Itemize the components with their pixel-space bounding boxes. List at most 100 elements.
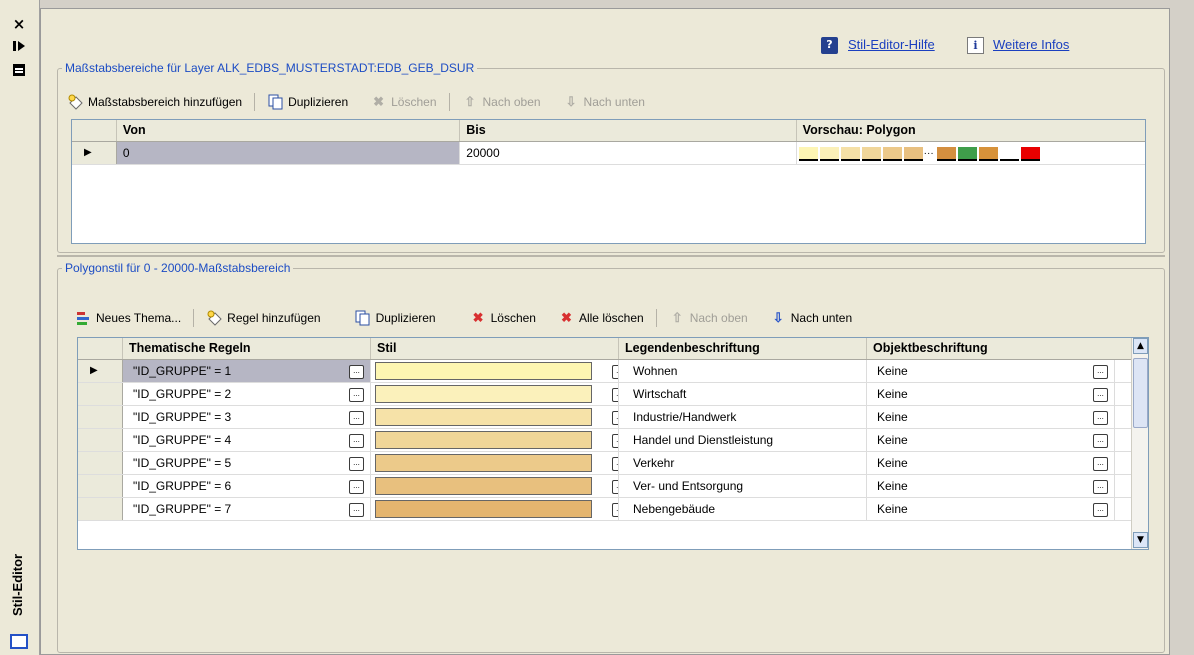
row-selector[interactable]: [78, 452, 123, 474]
add-rule-button[interactable]: Regel hinzufügen: [206, 310, 321, 326]
ellipsis-icon[interactable]: ...: [349, 411, 364, 425]
question-icon[interactable]: ?: [821, 37, 838, 54]
legend-cell[interactable]: Wirtschaft: [619, 383, 867, 405]
row-selector[interactable]: [78, 406, 123, 428]
legend-cell[interactable]: Industrie/Handwerk: [619, 406, 867, 428]
delete-rule-button[interactable]: ✖ Löschen: [470, 310, 536, 326]
legend-cell[interactable]: Verkehr: [619, 452, 867, 474]
ellipsis-icon[interactable]: ...: [349, 434, 364, 448]
table-row[interactable]: ▶"ID_GRUPPE" = 1......WohnenKeine...: [78, 360, 1148, 383]
column-header-bis[interactable]: Bis: [460, 120, 797, 141]
ellipsis-icon[interactable]: ...: [1093, 503, 1108, 517]
properties-icon[interactable]: [9, 62, 29, 82]
column-header-rules[interactable]: Thematische Regeln: [123, 338, 371, 359]
rule-cell[interactable]: "ID_GRUPPE" = 3...: [123, 406, 371, 428]
ellipsis-icon[interactable]: ...: [1093, 457, 1108, 471]
add-rule-icon: [67, 94, 84, 110]
vertical-scrollbar[interactable]: ▲ ▼: [1131, 338, 1148, 549]
ellipsis-icon[interactable]: ...: [349, 365, 364, 379]
rule-cell[interactable]: "ID_GRUPPE" = 4...: [123, 429, 371, 451]
ellipsis-icon[interactable]: ...: [1093, 480, 1108, 494]
von-cell[interactable]: 0: [116, 142, 461, 164]
table-row[interactable]: ▶ 0 20000 ···: [72, 142, 1145, 165]
style-cell[interactable]: ...: [371, 406, 619, 428]
rule-cell[interactable]: "ID_GRUPPE" = 6...: [123, 475, 371, 497]
ellipsis-icon[interactable]: ...: [1093, 411, 1108, 425]
ellipsis-icon[interactable]: ...: [612, 411, 618, 425]
scroll-down-icon[interactable]: ▼: [1133, 532, 1148, 548]
ellipsis-icon[interactable]: ...: [349, 457, 364, 471]
label-cell[interactable]: Keine...: [867, 383, 1115, 405]
style-cell[interactable]: ...: [371, 429, 619, 451]
move-down-rule-button[interactable]: ⇩ Nach unten: [770, 310, 852, 326]
bis-cell[interactable]: 20000: [460, 142, 797, 164]
label-cell[interactable]: Keine...: [867, 475, 1115, 497]
style-cell[interactable]: ...: [371, 383, 619, 405]
ellipsis-icon[interactable]: ...: [1093, 388, 1108, 402]
row-selector[interactable]: [78, 498, 123, 520]
label-cell[interactable]: Keine...: [867, 452, 1115, 474]
style-cell[interactable]: ...: [371, 498, 619, 520]
column-header-preview[interactable]: Vorschau: Polygon: [797, 120, 1145, 141]
label-cell[interactable]: Keine...: [867, 498, 1115, 520]
ellipsis-icon[interactable]: ...: [612, 365, 618, 379]
legend-cell[interactable]: Nebengebäude: [619, 498, 867, 520]
ellipsis-icon[interactable]: ...: [612, 388, 618, 402]
table-row[interactable]: "ID_GRUPPE" = 6......Ver- und Entsorgung…: [78, 475, 1148, 498]
ellipsis-icon[interactable]: ...: [612, 457, 618, 471]
ellipsis-icon[interactable]: ...: [349, 388, 364, 402]
move-up-scale-button[interactable]: ⇧ Nach oben: [462, 94, 541, 110]
column-header-legend[interactable]: Legendenbeschriftung: [619, 338, 867, 359]
scroll-up-icon[interactable]: ▲: [1133, 338, 1148, 354]
column-header-label[interactable]: Objektbeschriftung: [867, 338, 1132, 359]
scroll-thumb[interactable]: [1133, 358, 1148, 428]
duplicate-scale-button[interactable]: Duplizieren: [267, 94, 348, 110]
rule-cell[interactable]: "ID_GRUPPE" = 5...: [123, 452, 371, 474]
ellipsis-icon[interactable]: ...: [612, 434, 618, 448]
ellipsis-icon[interactable]: ...: [612, 503, 618, 517]
ellipsis-icon[interactable]: ...: [612, 480, 618, 494]
rule-cell[interactable]: "ID_GRUPPE" = 7...: [123, 498, 371, 520]
style-cell[interactable]: ...: [371, 360, 619, 382]
duplicate-rule-button[interactable]: Duplizieren: [355, 310, 436, 326]
table-row[interactable]: "ID_GRUPPE" = 5......VerkehrKeine...: [78, 452, 1148, 475]
rule-cell[interactable]: "ID_GRUPPE" = 2...: [123, 383, 371, 405]
table-row[interactable]: "ID_GRUPPE" = 2......WirtschaftKeine...: [78, 383, 1148, 406]
label-cell[interactable]: Keine...: [867, 406, 1115, 428]
info-icon[interactable]: i: [967, 37, 984, 54]
help-link[interactable]: Stil-Editor-Hilfe: [848, 37, 935, 52]
row-selector[interactable]: ▶: [78, 360, 123, 382]
rule-cell[interactable]: "ID_GRUPPE" = 1...: [123, 360, 371, 382]
style-cell[interactable]: ...: [371, 452, 619, 474]
ellipsis-icon[interactable]: ...: [349, 503, 364, 517]
move-up-rule-button[interactable]: ⇧ Nach oben: [669, 310, 748, 326]
add-scale-range-button[interactable]: Maßstabsbereich hinzufügen: [67, 94, 242, 110]
style-cell[interactable]: ...: [371, 475, 619, 497]
table-row[interactable]: "ID_GRUPPE" = 3......Industrie/HandwerkK…: [78, 406, 1148, 429]
info-link[interactable]: Weitere Infos: [993, 37, 1069, 52]
label-cell[interactable]: Keine...: [867, 429, 1115, 451]
legend-cell[interactable]: Ver- und Entsorgung: [619, 475, 867, 497]
label-cell[interactable]: Keine...: [867, 360, 1115, 382]
row-selector[interactable]: ▶: [72, 142, 117, 164]
section-splitter[interactable]: [57, 255, 1165, 257]
legend-cell[interactable]: Wohnen: [619, 360, 867, 382]
row-selector[interactable]: [78, 475, 123, 497]
column-header-von[interactable]: Von: [117, 120, 461, 141]
window-icon[interactable]: [10, 634, 28, 649]
ellipsis-icon[interactable]: ...: [1093, 434, 1108, 448]
ellipsis-icon[interactable]: ...: [349, 480, 364, 494]
row-selector[interactable]: [78, 429, 123, 451]
close-icon[interactable]: ×: [9, 14, 29, 34]
row-selector[interactable]: [78, 383, 123, 405]
column-header-style[interactable]: Stil: [371, 338, 619, 359]
autohide-icon[interactable]: [9, 38, 29, 58]
ellipsis-icon[interactable]: ...: [1093, 365, 1108, 379]
legend-cell[interactable]: Handel und Dienstleistung: [619, 429, 867, 451]
move-down-scale-button[interactable]: ⇩ Nach unten: [563, 94, 645, 110]
new-theme-button[interactable]: Neues Thema...: [75, 310, 181, 326]
table-row[interactable]: "ID_GRUPPE" = 4......Handel und Dienstle…: [78, 429, 1148, 452]
delete-all-button[interactable]: ✖ Alle löschen: [558, 310, 644, 326]
table-row[interactable]: "ID_GRUPPE" = 7......NebengebäudeKeine..…: [78, 498, 1148, 521]
delete-scale-button[interactable]: ✖ Löschen: [370, 94, 436, 110]
